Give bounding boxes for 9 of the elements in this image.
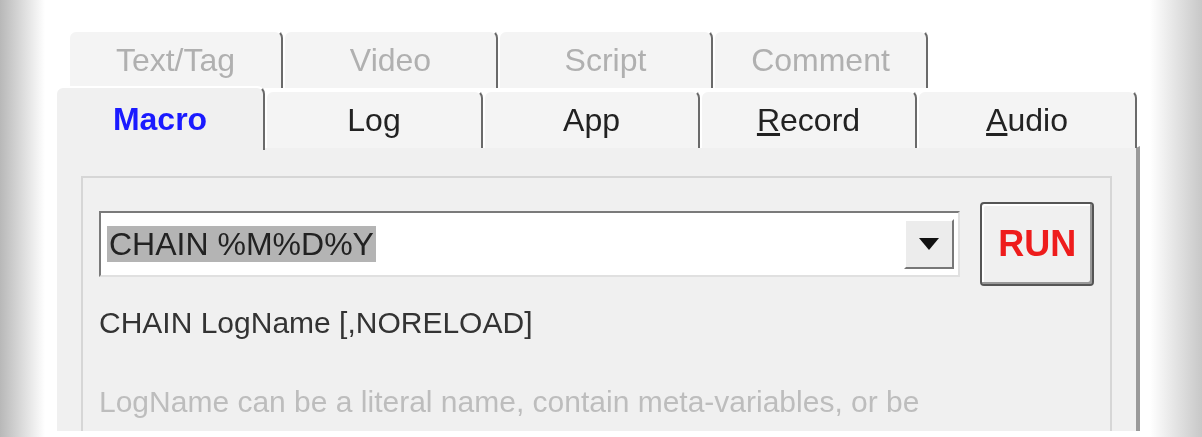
syntax-text: CHAIN LogName [,NORELOAD] (99, 305, 534, 341)
tab[interactable]: Record (700, 90, 917, 148)
combo-value: CHAIN %M%D%Y (107, 226, 376, 262)
tab[interactable]: Log (265, 90, 483, 148)
tab[interactable]: Audio (917, 90, 1137, 148)
run-button[interactable]: RUN (980, 202, 1094, 286)
tab[interactable]: Macro (55, 86, 265, 150)
macro-combo-box[interactable]: CHAIN %M%D%Y (99, 211, 961, 277)
tab[interactable]: App (483, 90, 700, 148)
